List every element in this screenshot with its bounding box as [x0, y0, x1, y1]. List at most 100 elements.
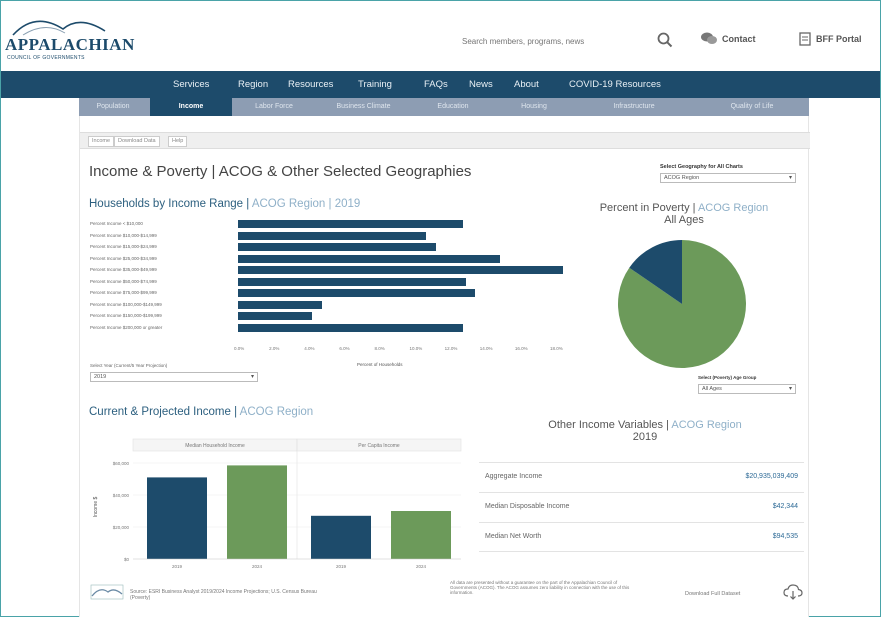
bar[interactable] [238, 277, 467, 286]
bar[interactable] [238, 243, 437, 251]
y-axis-title: Income $ [93, 497, 99, 518]
x-tick-label: 0.0% [234, 346, 245, 351]
chevron-down-icon: ▾ [788, 386, 792, 392]
bar-category-label: Percent Income $10,000-$14,999 [90, 232, 157, 238]
table-row: Median Net Worth $94,535 [479, 522, 804, 552]
bar-category-label: Percent Income $150,000-$199,999 [90, 313, 162, 318]
subnav-business-climate[interactable]: Business Climate [316, 98, 411, 116]
subnav-income[interactable]: Income [150, 98, 232, 116]
x-tick-label: 2024 [416, 564, 427, 569]
tab-help[interactable]: Help [168, 136, 188, 147]
bar[interactable] [238, 266, 563, 274]
bar-category-label: Percent Income $15,000-$24,999 [90, 244, 157, 249]
age-group-select-label: Select (Poverty) Age Group [698, 375, 757, 380]
contact-link[interactable]: Contact [701, 32, 756, 45]
x-tick-label: 8.0% [374, 346, 385, 351]
bar-category-label: Percent Income < $10,000 [90, 221, 143, 226]
portal-label: BFF Portal [816, 34, 862, 44]
households-title: Households by Income Range | ACOG Region… [89, 198, 360, 210]
logo-text: APPALACHIAN [5, 35, 135, 54]
acog-logo[interactable]: APPALACHIAN COUNCIL OF GOVERNMENTS [5, 9, 155, 65]
households-title-highlight: ACOG Region | 2019 [251, 198, 361, 210]
nav-item-news[interactable]: News [469, 79, 493, 90]
search-input[interactable] [462, 32, 632, 50]
page-title: Income & Poverty | ACOG & Other Selected… [89, 163, 472, 180]
dashboard-tabs: Income Download Data Help [80, 132, 810, 149]
download-dataset-link[interactable]: Download Full Dataset [685, 591, 740, 597]
subnav-labor-force[interactable]: Labor Force [235, 98, 313, 116]
row-value: $20,935,039,409 [745, 473, 798, 480]
subnav-quality-of-life[interactable]: Quality of Life [695, 98, 809, 116]
geography-select-value: ACOG Region [664, 175, 700, 181]
nav-item-resources[interactable]: Resources [288, 79, 333, 90]
poverty-subtitle: All Ages [664, 214, 704, 226]
nav-item-region[interactable]: Region [238, 79, 268, 90]
row-value: $94,535 [772, 533, 798, 540]
bar[interactable] [238, 323, 463, 332]
other-income-title-highlight: ACOG Region [671, 419, 742, 431]
bar-category-label: Percent Income $75,000-$99,999 [90, 290, 157, 295]
bar-category-label: Percent Income $100,000-$149,999 [90, 301, 162, 307]
subnav-education[interactable]: Education [414, 98, 492, 116]
bar-category-label: Percent Income $25,000-$34,999 [90, 255, 157, 261]
year-select[interactable]: 2019 ▾ [90, 372, 258, 382]
year-select-value: 2019 [94, 374, 107, 380]
bar[interactable] [227, 465, 287, 559]
x-tick-label: 6.0% [339, 346, 350, 351]
subnav-housing[interactable]: Housing [495, 98, 573, 116]
other-income-title-main: Other Income Variables | [548, 419, 669, 431]
nav-item-about[interactable]: About [514, 79, 539, 90]
bar[interactable] [238, 312, 312, 320]
age-group-select[interactable]: All Ages ▾ [698, 384, 796, 394]
panel-header-label: Median Household Income [185, 443, 245, 449]
poverty-pie-chart [618, 240, 746, 368]
chevron-down-icon: ▾ [788, 175, 792, 181]
subnav-infrastructure[interactable]: Infrastructure [576, 98, 692, 116]
chevron-down-icon: ▾ [250, 374, 254, 380]
bar[interactable] [238, 300, 323, 309]
other-income-title: Other Income Variables | ACOG Region 201… [500, 419, 790, 443]
bar-category-label: Percent Income $200,000 or greater [90, 324, 163, 330]
dashboard-subnav: Population Income Labor Force Business C… [79, 98, 809, 116]
nav-item-covid[interactable]: COVID-19 Resources [569, 79, 661, 90]
search-icon[interactable] [656, 31, 674, 49]
bar[interactable] [391, 511, 451, 559]
bar[interactable] [147, 477, 207, 559]
x-tick-label: 14.0% [479, 346, 493, 351]
logo-subtitle: COUNCIL OF GOVERNMENTS [7, 55, 85, 61]
document-icon [799, 32, 811, 46]
subnav-population[interactable]: Population [79, 98, 147, 116]
main-nav: Services Region Resources Training FAQs … [1, 71, 880, 98]
tab-download-data[interactable]: Download Data [114, 136, 160, 147]
households-x-axis-title: Percent of Households [357, 362, 403, 367]
nav-item-faqs[interactable]: FAQs [424, 79, 448, 90]
portal-link[interactable]: BFF Portal [799, 32, 862, 46]
bar[interactable] [238, 254, 500, 263]
current-projected-title: Current & Projected Income | ACOG Region [89, 406, 313, 418]
x-tick-label: 2019 [172, 564, 183, 569]
contact-label: Contact [722, 33, 756, 44]
bar-category-label: Percent Income $50,000-$74,999 [90, 278, 157, 284]
geography-select[interactable]: ACOG Region ▾ [660, 173, 796, 183]
table-row: Median Disposable Income $42,344 [479, 492, 804, 522]
disclaimer-note: All data are presented without a guarant… [450, 580, 630, 595]
bar[interactable] [238, 231, 426, 240]
bar[interactable] [238, 289, 475, 297]
x-tick-label: 16.0% [514, 346, 528, 351]
row-value: $42,344 [772, 503, 798, 510]
source-note: Source: ESRI Business Analyst 2019/2024 … [130, 589, 317, 601]
bar[interactable] [311, 515, 371, 559]
poverty-title-main: Percent in Poverty | [599, 202, 696, 214]
nav-item-training[interactable]: Training [358, 79, 392, 90]
nav-item-services[interactable]: Services [173, 79, 209, 90]
bar[interactable] [238, 220, 463, 228]
income-bar-chart: Income $ $60,000 $40,000 $20,000 $0 Median Ho… [93, 438, 462, 569]
x-tick-label: 18.0% [550, 346, 563, 351]
age-group-select-value: All Ages [702, 386, 722, 392]
x-tick-label: 2019 [336, 564, 347, 569]
geography-select-label: Select Geography for All Charts [660, 164, 743, 170]
x-tick-label: 10.0% [409, 346, 423, 351]
cloud-download-icon[interactable] [783, 583, 803, 601]
current-projected-title-main: Current & Projected Income | [89, 406, 238, 418]
tab-income[interactable]: Income [88, 136, 115, 147]
